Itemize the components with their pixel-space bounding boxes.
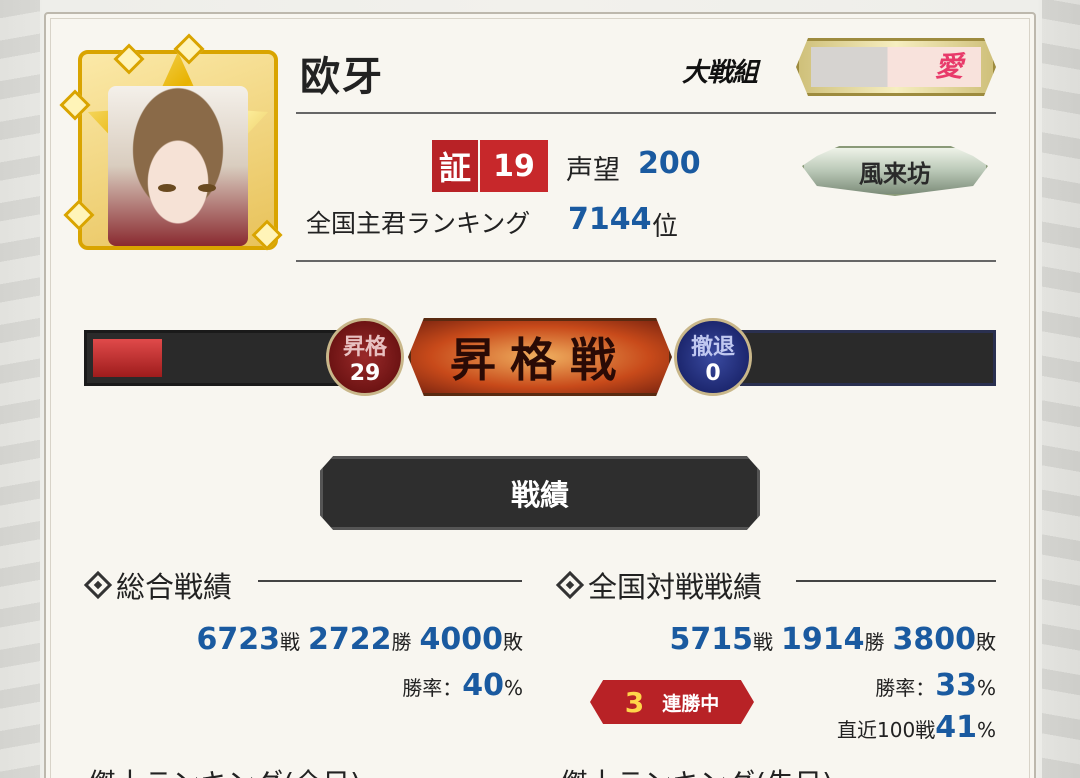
diamond-bullet-icon xyxy=(555,570,585,600)
promotion-battle-label: 昇格戦 xyxy=(450,333,630,387)
fame-label: 声望 xyxy=(566,155,620,186)
retreat-progress-bar xyxy=(740,330,996,386)
diamond-bullet-icon xyxy=(83,570,113,600)
overall-record-row: 6723 戦 2722 勝 4000 敗 xyxy=(197,622,524,657)
overall-losses-unit: 敗 xyxy=(503,630,523,654)
section-rule xyxy=(258,580,522,582)
section-rule xyxy=(796,580,996,582)
ranking-label: 全国主君ランキング xyxy=(306,209,531,238)
record-header-label: 戦績 xyxy=(510,478,569,512)
corps-badge[interactable]: 愛 xyxy=(796,38,996,96)
below-left-section-title: 傑士ランキング(全日) xyxy=(88,762,361,778)
national-recent-row: 直近100戦 41 % xyxy=(837,710,996,745)
national-winrate-row: 勝率： 33 % xyxy=(875,668,996,703)
national-losses-unit: 敗 xyxy=(976,630,996,654)
overall-losses: 4000 xyxy=(419,622,504,657)
overall-battles-unit: 戦 xyxy=(280,630,300,654)
promotion-count-medal: 昇格 29 xyxy=(326,318,404,396)
win-streak-label: 連勝中 xyxy=(662,692,720,715)
overall-title-text: 総合戦績 xyxy=(116,570,233,604)
title-badge-text: 風来坊 xyxy=(859,158,931,188)
national-winrate-label: 勝率： xyxy=(875,676,936,700)
overall-winrate-label: 勝率： xyxy=(402,676,463,700)
overall-winrate-row: 勝率： 40 % xyxy=(402,668,523,703)
overall-wins: 2722 xyxy=(308,622,392,657)
national-wins: 1914 xyxy=(781,622,865,657)
player-name: 欧牙 xyxy=(300,53,384,100)
overall-winrate-pct: % xyxy=(503,676,523,700)
divider xyxy=(296,260,996,262)
retreat-count-label: 撤退 xyxy=(690,333,735,360)
avatar-eye-left xyxy=(158,184,176,192)
national-recent-label: 直近100戦 xyxy=(837,718,936,742)
promotion-count-label: 昇格 xyxy=(342,333,387,360)
retreat-count-medal: 撤退 0 xyxy=(674,318,752,396)
avatar[interactable] xyxy=(59,33,296,264)
promotion-progress-fill xyxy=(93,339,162,377)
national-record-row: 5715 戦 1914 勝 3800 敗 xyxy=(670,622,997,657)
corps-badge-char: 愛 xyxy=(934,50,963,83)
background-brush-left xyxy=(0,0,40,778)
overall-winrate: 40 xyxy=(462,668,504,703)
certificate-value: 19 xyxy=(480,140,548,192)
certificate-label: 証 xyxy=(432,140,480,192)
fame-value: 200 xyxy=(638,146,701,181)
corps-label: 大戦組 xyxy=(682,58,758,88)
national-battles-unit: 戦 xyxy=(753,630,773,654)
national-wins-unit: 勝 xyxy=(864,630,885,654)
background-brush-right xyxy=(1042,0,1080,778)
win-streak-value: 3 xyxy=(624,685,645,719)
retreat-count-value: 0 xyxy=(705,360,721,386)
national-title-text: 全国対戦戦績 xyxy=(588,570,763,604)
win-streak-badge: 3 連勝中 xyxy=(590,680,754,724)
national-winrate-pct: % xyxy=(976,676,996,700)
promotion-count-value: 29 xyxy=(349,360,381,386)
avatar-portrait xyxy=(108,86,248,246)
national-losses: 3800 xyxy=(892,622,977,657)
avatar-eye-right xyxy=(198,184,216,192)
record-header: 戦績 xyxy=(320,456,760,530)
national-battles: 5715 xyxy=(669,622,754,657)
divider xyxy=(296,112,996,114)
certificate-badge: 証 19 xyxy=(432,140,548,192)
promotion-battle-emblem[interactable]: 昇格戦 xyxy=(408,318,672,396)
ranking-value: 7144 xyxy=(568,202,652,237)
overall-wins-unit: 勝 xyxy=(391,630,412,654)
national-winrate: 33 xyxy=(935,668,977,703)
national-recent-pct: % xyxy=(976,718,996,742)
below-right-section-title: 傑士ランキング(先日) xyxy=(560,762,833,778)
ranking-unit: 位 xyxy=(652,212,679,242)
overall-section-title: 総合戦績 xyxy=(83,564,233,606)
overall-battles: 6723 xyxy=(196,622,281,657)
promotion-progress-bar xyxy=(84,330,344,386)
national-recent: 41 xyxy=(935,710,977,745)
national-section-title: 全国対戦戦績 xyxy=(555,564,763,606)
